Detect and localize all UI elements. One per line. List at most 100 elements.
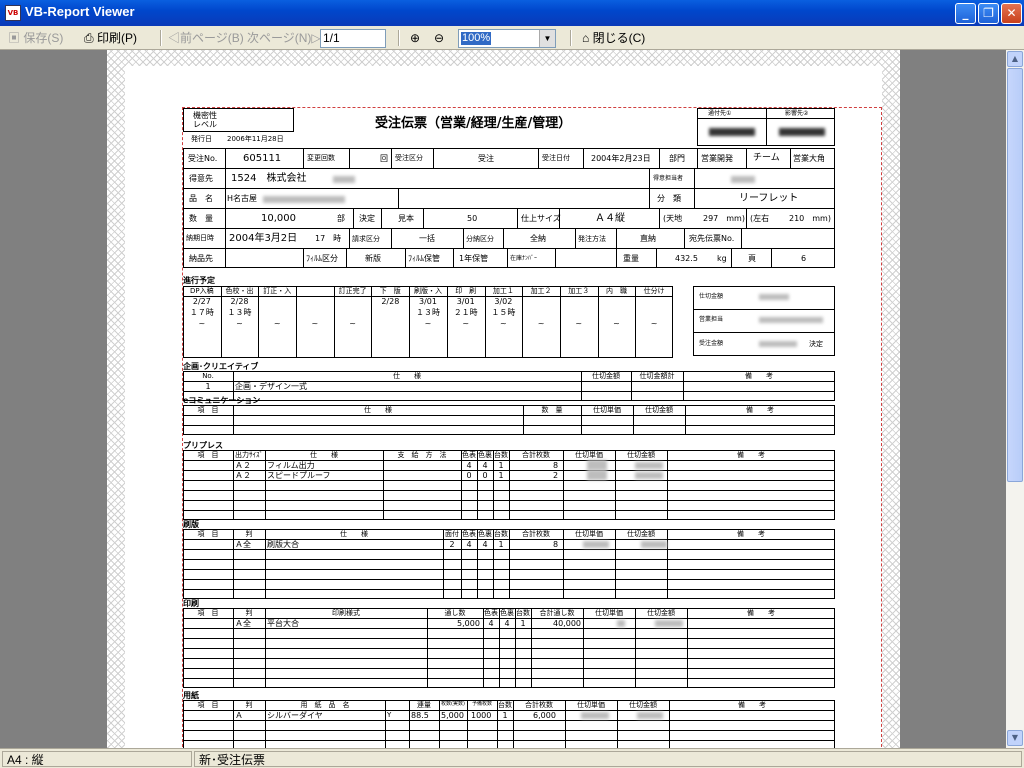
scroll-thumb[interactable] [1007,68,1023,482]
grid-line [667,450,668,520]
team-value: チーム [753,153,780,163]
zoom-out-button[interactable]: ⊖ [434,29,444,47]
grid-line [233,608,234,688]
quantity-unit: 部 [337,214,345,223]
billing-value: 一括 [419,234,435,243]
report-viewport[interactable]: 機密性 レベル 発行日 2006年11月28日 受注伝票（営業/経理/生産/管理… [0,50,1006,748]
prepress-head: 仕切単価 [575,451,603,459]
height-value: 297 mm) [703,214,745,223]
schedule-date: 3/01 [419,297,437,306]
grid-line [697,118,835,119]
due-date-value: 2004年3月2日 [229,233,298,244]
prev-page-button[interactable]: ◁前ページ(B) [168,29,244,47]
grid-line [563,529,564,599]
comm-head: 仕 様 [364,406,392,414]
press-head: 仕切金額 [647,609,675,617]
print-label: 印刷(P) [96,31,137,45]
close-button[interactable]: ⌂ 閉じる(C) [582,29,645,47]
grid-line [659,208,660,228]
customer-value: 1524 株式会社 [231,173,307,184]
report-title: 受注伝票（営業/経理/生産/管理） [375,116,572,131]
save-button[interactable]: ▣ 保存(S) [8,29,63,47]
minimize-button[interactable]: _ [955,3,976,24]
grid-line [771,248,772,268]
grid-line [667,529,668,599]
grid-line [349,148,350,168]
redacted-text [333,176,355,183]
chevron-down-icon[interactable]: ▼ [539,30,555,47]
scroll-down-icon[interactable]: ▼ [1007,730,1023,746]
grid-line [183,740,835,741]
press-head: 通し数 [444,609,466,617]
grid-line [693,309,835,310]
schedule-head: 刷版・入 [413,287,442,295]
planning-spec: 企画・デザイン一式 [235,382,307,391]
grid-line [183,248,835,249]
grid-line [183,668,835,669]
paper-sheets: 5,000 [441,711,464,720]
press-runs: 5,000 [457,619,480,628]
prepress-total: 2 [553,471,559,480]
toolbar-separator [570,30,572,46]
grid-line [616,228,617,248]
planning-head: 仕切金額計 [639,372,675,380]
prepress-head: 項 目 [197,451,219,459]
maximize-button[interactable]: ❐ [978,3,999,24]
save-icon: ▣ [8,31,21,45]
paper-total: 6,000 [533,711,556,720]
grid-line [493,529,494,599]
pages-label: 頁 [748,254,756,263]
paper-spare: 1000 [471,711,492,720]
plate-head: 色表 [462,530,476,538]
next-page-button[interactable]: 次ページ(N)▷ [247,29,321,47]
grid-line [265,450,266,520]
grid-line [693,332,835,333]
schedule-date: 2/27 [192,297,211,306]
sample-value: 50 [467,214,478,223]
grid-line [635,608,636,688]
grid-line [385,700,386,748]
paper-size: Ａ [235,711,243,720]
grid-line [656,248,657,268]
redacted-text [263,196,345,203]
app-window: VB VB-Report Viewer _ ❐ ✕ ▣ 保存(S) ⎙ 印刷(P… [0,0,1024,768]
quantity-value: 10,000 [261,213,296,224]
grid-line [183,391,835,392]
comm-head: 仕切金額 [645,406,673,414]
press-num: 4 [504,619,510,628]
grid-line [477,529,478,599]
grid-line [746,208,747,228]
grid-line [391,148,392,168]
print-button[interactable]: ⎙ 印刷(P) [84,29,137,47]
zoom-select[interactable]: 100% ▼ [458,29,556,48]
grid-line [746,148,747,168]
scroll-up-icon[interactable]: ▲ [1007,51,1023,67]
grid-line [183,730,835,731]
zoom-in-button[interactable]: ⊕ [410,29,420,47]
press-spec: 平台大合 [267,619,299,628]
grid-line [453,248,454,268]
redacted-text [731,176,755,183]
grid-line [697,148,698,168]
plate-head: 仕 様 [340,530,368,538]
schedule-head: 内 職 [605,287,627,295]
issue-label: 発行日 [191,135,212,143]
paper-head: 項 目 [197,701,219,709]
redacted-text [635,472,663,479]
prepress-total: 8 [553,461,559,470]
paper-head: 枚数(実数) [441,701,465,707]
page-number-field[interactable]: 1/1 [320,29,386,48]
redacted-stamp [779,128,825,136]
prepress-front: 4 [466,461,472,470]
press-head: 判 [245,609,253,617]
redacted-text [587,460,607,470]
close-window-button[interactable]: ✕ [1001,3,1022,24]
vertical-scrollbar[interactable]: ▲ ▼ [1006,50,1024,748]
film-storage-value: 1年保管 [459,254,489,263]
press-head: 色表 [484,609,498,617]
plate-head: 項 目 [197,530,219,538]
prepress-head: 出力ｻｲｽﾞ [235,451,263,459]
billing-label: 請求区分 [352,235,380,243]
grid-line [507,248,508,268]
finish-size-label: 仕上サイズ [521,214,561,223]
